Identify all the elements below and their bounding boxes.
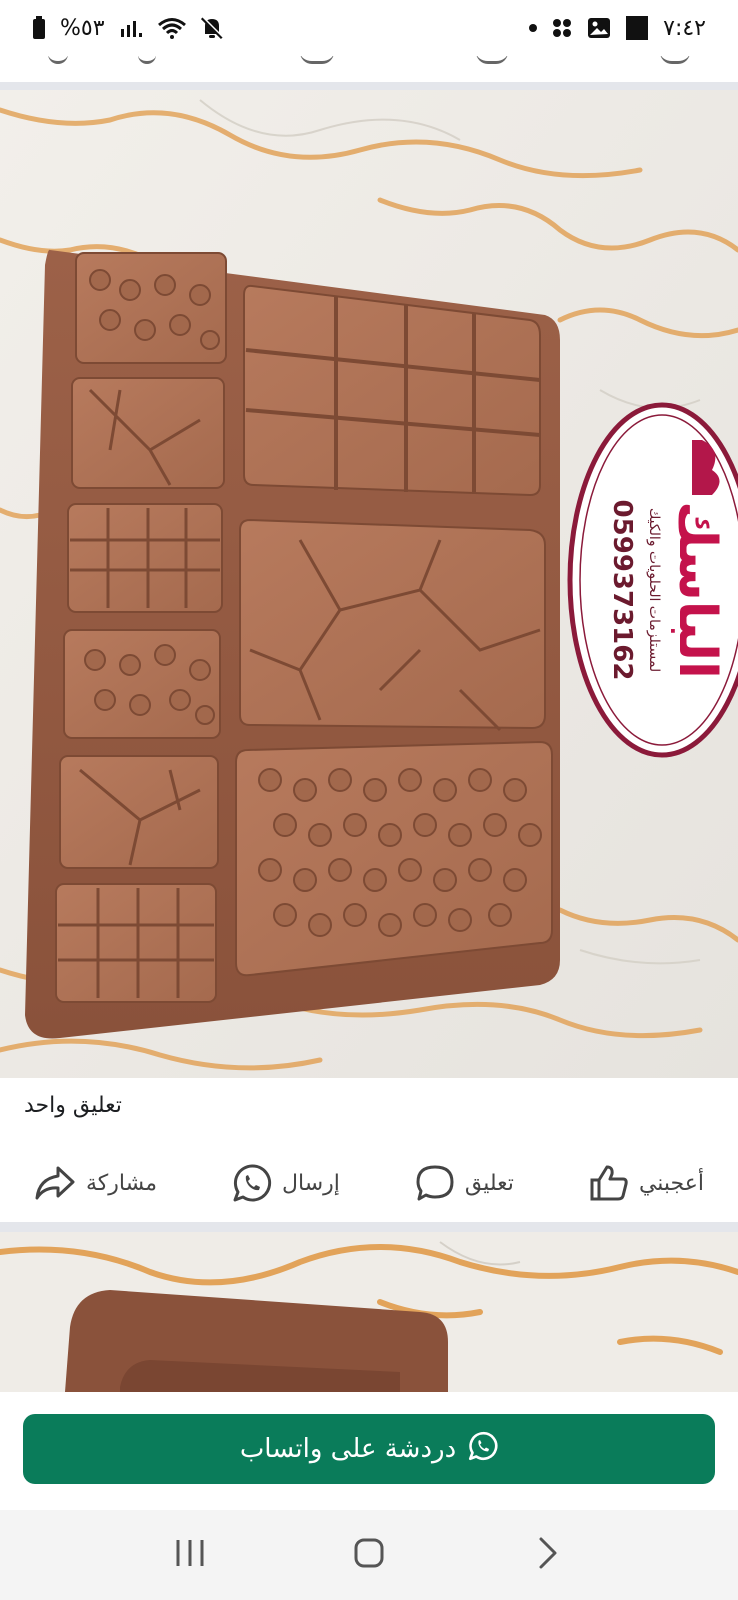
status-left: %٥٣ — [32, 16, 223, 41]
like-button[interactable]: أعجبني — [589, 1164, 704, 1202]
home-icon — [353, 1537, 385, 1573]
battery-icon — [32, 16, 46, 40]
whatsapp-cta-area: دردشة على واتساب — [0, 1392, 738, 1510]
whatsapp-icon — [232, 1163, 272, 1203]
share-arrow-icon — [34, 1165, 76, 1201]
whatsapp-icon — [468, 1431, 498, 1468]
battery-percent: %٥٣ — [60, 15, 105, 41]
clock: ٧:٤٢ — [663, 15, 706, 41]
watermark-brand: الباسك — [667, 501, 727, 679]
recent-apps-icon — [174, 1538, 206, 1572]
chocolate-mold-image — [25, 249, 560, 1039]
like-label: أعجبني — [638, 1170, 704, 1196]
notification-dot-icon — [529, 24, 538, 32]
send-label: إرسال — [282, 1170, 340, 1196]
divider — [0, 1222, 738, 1232]
back-icon — [537, 1536, 559, 1574]
status-right: ٧:٤٢ — [529, 15, 706, 41]
comment-bubble-icon — [415, 1164, 455, 1202]
post-actions: أعجبني تعليق إرسال مشاركة — [0, 1150, 738, 1216]
send-button[interactable]: إرسال — [232, 1163, 340, 1203]
comments-count[interactable]: تعليق واحد — [24, 1093, 122, 1118]
mute-icon — [200, 16, 223, 40]
wifi-icon — [157, 16, 187, 40]
divider — [0, 82, 738, 90]
next-post-photo[interactable] — [0, 1232, 738, 1392]
signal-icon — [119, 17, 143, 39]
thumbs-up-icon — [589, 1164, 629, 1202]
share-button[interactable]: مشاركة — [34, 1165, 157, 1201]
image-icon — [587, 17, 611, 39]
app-grid-icon — [551, 17, 573, 39]
watermark-phone: 0599373162 — [607, 500, 637, 681]
back-button[interactable] — [518, 1525, 578, 1585]
recent-apps-button[interactable] — [160, 1525, 220, 1585]
status-bar: %٥٣ ٧:٤٢ — [0, 0, 738, 56]
square-notification-icon — [625, 15, 649, 41]
watermark-subtitle: لمستلزمات الحلويات والكيك — [646, 508, 662, 672]
home-button[interactable] — [339, 1525, 399, 1585]
comment-label: تعليق — [464, 1170, 514, 1196]
previous-post-actions — [0, 52, 738, 82]
comment-button[interactable]: تعليق — [415, 1164, 514, 1202]
whatsapp-chat-button[interactable]: دردشة على واتساب — [23, 1414, 715, 1484]
system-nav-bar — [0, 1510, 738, 1600]
post-photo[interactable]: الباسك لمستلزمات الحلويات والكيك 0599373… — [0, 90, 738, 1078]
share-label: مشاركة — [86, 1170, 158, 1196]
whatsapp-chat-label: دردشة على واتساب — [239, 1434, 457, 1464]
